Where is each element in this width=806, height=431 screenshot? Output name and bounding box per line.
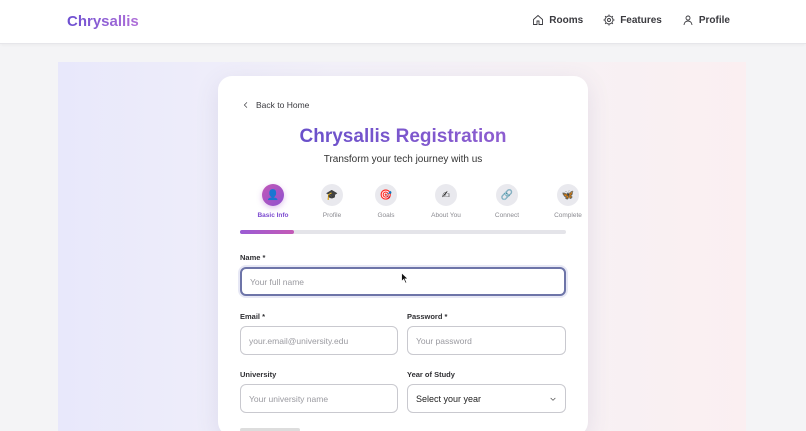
step-basic-info[interactable]: 👤 Basic Info xyxy=(243,184,303,219)
mouse-cursor-icon xyxy=(401,272,409,284)
year-of-study-label: Year of Study xyxy=(407,370,455,379)
year-of-study-value: Select your year xyxy=(416,393,482,404)
nav-rooms[interactable]: Rooms xyxy=(532,14,583,26)
chevron-left-icon xyxy=(243,102,248,108)
top-navigation-bar: Chrysallis Rooms Features Profile xyxy=(0,0,806,44)
email-label: Email * xyxy=(240,312,266,321)
name-label: Name * xyxy=(240,253,266,262)
user-icon xyxy=(683,15,693,26)
step-goals-label: Goals xyxy=(377,212,395,219)
back-to-home-link[interactable]: Back to Home xyxy=(242,100,309,110)
brand-logo[interactable]: Chrysallis xyxy=(67,13,139,30)
email-input[interactable] xyxy=(240,326,398,355)
step-profile[interactable]: 🎓 Profile xyxy=(302,184,362,219)
step-goals-icon: 🎯 xyxy=(375,184,397,206)
step-about-you-icon: ✍ xyxy=(435,184,457,206)
page-subtitle: Transform your tech journey with us xyxy=(323,154,483,165)
step-connect-label: Connect xyxy=(494,212,520,219)
chevron-down-icon xyxy=(550,397,556,401)
step-profile-icon: 🎓 xyxy=(321,184,343,206)
home-icon xyxy=(533,14,544,25)
step-profile-label: Profile xyxy=(322,212,342,219)
nav-features[interactable]: Features xyxy=(603,14,662,26)
nav-profile-label: Profile xyxy=(698,14,730,26)
page-title: Chrysallis Registration xyxy=(218,126,588,148)
gear-icon xyxy=(603,14,615,26)
university-input[interactable] xyxy=(240,384,398,413)
step-about-you-label: About You xyxy=(431,212,461,219)
progress-bar xyxy=(240,230,566,234)
step-connect-icon: 🔗 xyxy=(496,184,518,206)
password-input[interactable] xyxy=(407,326,566,355)
back-label: Back to Home xyxy=(256,100,310,110)
step-complete-icon: 🦋 xyxy=(557,184,579,206)
progress-bar-fill xyxy=(240,230,295,234)
step-complete[interactable]: 🦋 Complete xyxy=(538,184,598,219)
registration-card: Back to Home Chrysallis Registration Tra… xyxy=(218,76,588,431)
step-basic-info-label: Basic Info xyxy=(257,212,289,219)
nav-profile[interactable]: Profile xyxy=(682,14,730,26)
university-label: University xyxy=(240,370,277,379)
password-label: Password * xyxy=(407,312,448,321)
nav-features-label: Features xyxy=(620,14,662,26)
step-complete-label: Complete xyxy=(554,212,582,219)
step-basic-info-icon: 👤 xyxy=(262,184,284,206)
step-about-you[interactable]: ✍ About You xyxy=(416,184,476,219)
main-nav: Rooms Features Profile xyxy=(532,14,730,26)
registration-steps: 👤 Basic Info 🎓 Profile 🎯 Goals ✍ About Y… xyxy=(240,184,582,224)
step-connect[interactable]: 🔗 Connect xyxy=(477,184,537,219)
nav-rooms-label: Rooms xyxy=(549,14,584,26)
year-of-study-select[interactable]: Select your year xyxy=(407,384,566,413)
step-goals[interactable]: 🎯 Goals xyxy=(356,184,416,219)
